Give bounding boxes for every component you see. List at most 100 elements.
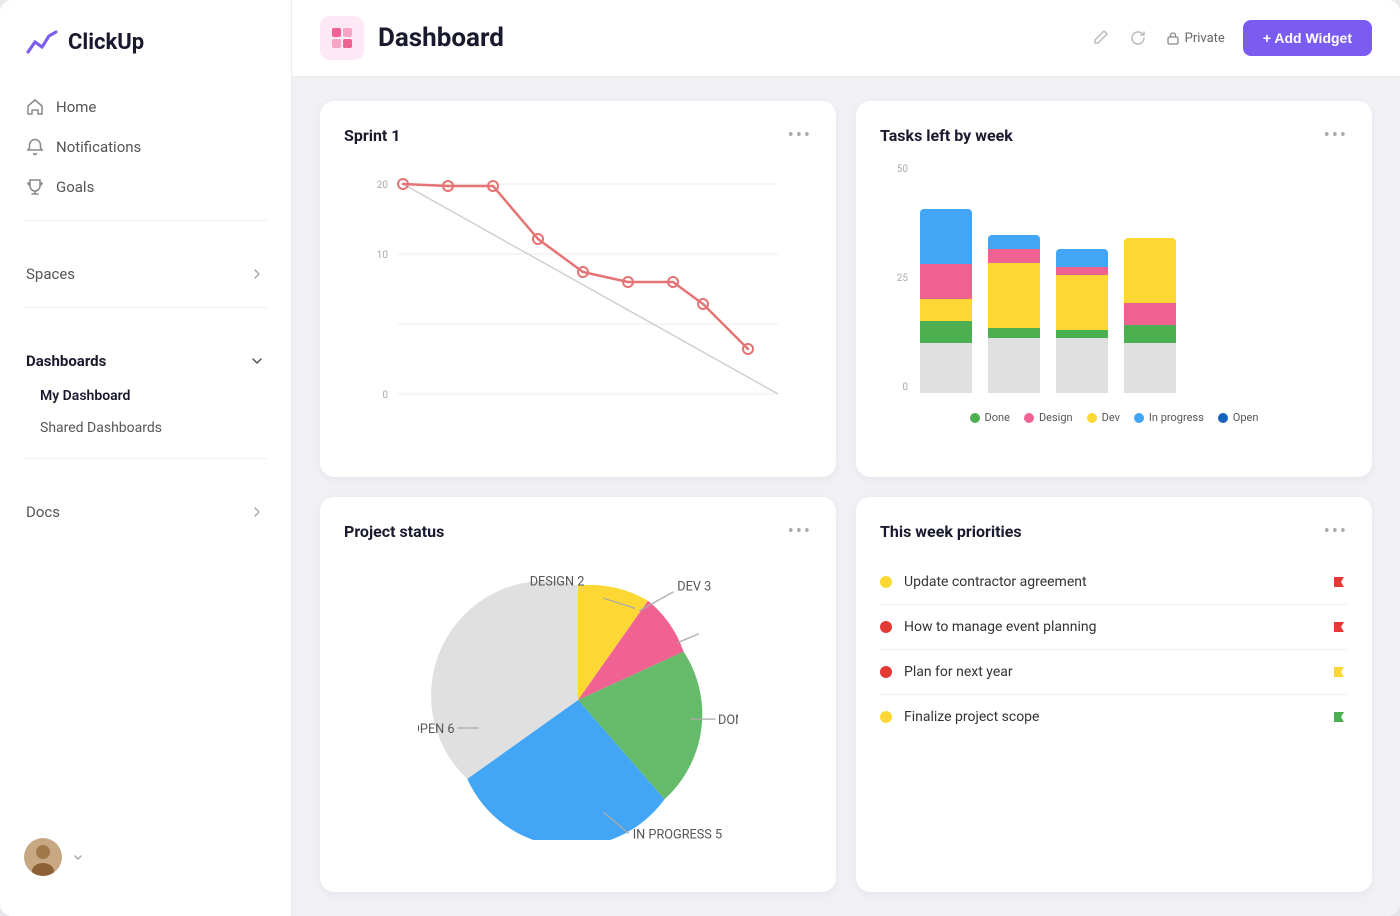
bell-icon [26,138,44,156]
legend-open-label: Open [1233,411,1259,424]
bar-design-3 [1056,267,1108,275]
bar-design-1 [920,264,972,299]
sidebar-item-shared-dashboards[interactable]: Shared Dashboards [12,412,279,444]
topbar-right: Private + Add Widget [1090,20,1372,56]
bar-design-4 [1124,303,1176,325]
lock-icon [1166,31,1180,45]
legend-design: Design [1024,411,1073,424]
priority-flag-1 [1332,575,1348,589]
legend-done: Done [970,411,1010,424]
svg-text:0: 0 [382,390,388,401]
pie-label-done: DONE 5 [718,713,738,728]
sprint-menu-button[interactable]: ••• [788,125,812,146]
bar-gray-3 [1056,338,1108,393]
avatar[interactable] [24,838,62,876]
sidebar-item-home[interactable]: Home [12,88,279,126]
chevron-down-icon [249,353,265,369]
bar-chart-legend: Done Design Dev In progress [880,411,1348,424]
pie-label-inprogress: IN PROGRESS 5 [633,827,722,839]
priority-dot-4 [880,711,892,723]
private-label: Private [1185,31,1225,46]
dashboards-label: Dashboards [26,352,106,370]
legend-inprogress-dot [1134,413,1144,423]
edit-icon-btn[interactable] [1090,28,1110,48]
home-icon [26,98,44,116]
priority-text-2: How to manage event planning [904,619,1320,635]
priority-dot-3 [880,666,892,678]
priority-item-4: Finalize project scope [880,695,1348,739]
pie-label-design: DESIGN 2 [530,574,585,589]
topbar: Dashboard Pri [292,0,1400,77]
project-status-menu-button[interactable]: ••• [788,521,812,542]
bar-in-progress-1 [920,209,972,264]
bar-group-3 [1056,249,1108,393]
main-nav: Home Notifications Goals [0,88,291,206]
priority-flag-4 [1332,710,1348,724]
project-status-widget: Project status ••• [320,497,836,893]
clickup-logo-icon [24,24,60,60]
sidebar-item-spaces[interactable]: Spaces [12,255,279,293]
priorities-menu-button[interactable]: ••• [1324,521,1348,542]
bars-area [920,193,1348,393]
spaces-label: Spaces [26,265,75,283]
sidebar-item-goals[interactable]: Goals [12,168,279,206]
y-label-0: 0 [902,382,908,393]
priority-item-2: How to manage event planning [880,605,1348,650]
legend-open: Open [1218,411,1259,424]
refresh-icon [1128,28,1148,48]
priority-text-3: Plan for next year [904,664,1320,680]
legend-done-dot [970,413,980,423]
bar-dev-2 [988,263,1040,328]
legend-design-label: Design [1039,411,1073,424]
sidebar-user-area [0,822,291,892]
sprint-widget-title: Sprint 1 [344,126,400,145]
bar-in-progress-2 [988,235,1040,249]
sidebar-divider [24,220,267,221]
priorities-list: Update contractor agreement How to manag… [880,560,1348,739]
pie-chart-container: DEV 3 DESIGN 2 DONE 5 OPEN 6 IN [344,560,812,840]
add-widget-button[interactable]: + Add Widget [1243,20,1372,56]
priorities-title: This week priorities [880,522,1022,541]
priority-dot-1 [880,576,892,588]
bar-done-3 [1056,330,1108,338]
spaces-section: Spaces [0,255,291,293]
bar-stack-3 [1056,249,1108,393]
priority-item-1: Update contractor agreement [880,560,1348,605]
priorities-header: This week priorities ••• [880,521,1348,542]
sidebar-item-my-dashboard[interactable]: My Dashboard [12,380,279,412]
sidebar-item-docs[interactable]: Docs [12,493,279,531]
tasks-week-header: Tasks left by week ••• [880,125,1348,146]
refresh-icon-btn[interactable] [1128,28,1148,48]
sprint-chart-svg: 20 10 0 [344,164,812,424]
sidebar-item-home-label: Home [56,98,96,116]
sprint-widget: Sprint 1 ••• 20 10 0 [320,101,836,477]
my-dashboard-label: My Dashboard [40,388,130,404]
bar-done-4 [1124,325,1176,343]
legend-dev-dot [1087,413,1097,423]
avatar-chevron-icon [72,851,84,863]
bar-done-2 [988,328,1040,338]
y-label-25: 25 [897,273,908,284]
sprint-widget-header: Sprint 1 ••• [344,125,812,146]
pie-label-open: OPEN 6 [418,722,455,737]
sidebar-item-dashboards[interactable]: Dashboards [12,342,279,380]
bar-dev-4 [1124,238,1176,303]
bar-done-1 [920,321,972,343]
bar-chart: 50 25 0 [880,164,1348,403]
chevron-right-docs-icon [249,504,265,520]
avatar-image [24,838,62,876]
dashboard-icon-box [320,16,364,60]
legend-design-dot [1024,413,1034,423]
app-name: ClickUp [68,30,144,55]
pie-chart-svg: DEV 3 DESIGN 2 DONE 5 OPEN 6 IN [418,560,738,840]
sidebar-divider-2 [24,307,267,308]
sidebar-item-goals-label: Goals [56,178,94,196]
legend-done-label: Done [985,411,1010,424]
tasks-week-menu-button[interactable]: ••• [1324,125,1348,146]
priority-dot-2 [880,621,892,633]
sidebar-item-notifications[interactable]: Notifications [12,128,279,166]
priority-item-3: Plan for next year [880,650,1348,695]
bar-design-2 [988,249,1040,263]
legend-open-dot [1218,413,1228,423]
priority-text-1: Update contractor agreement [904,574,1320,590]
